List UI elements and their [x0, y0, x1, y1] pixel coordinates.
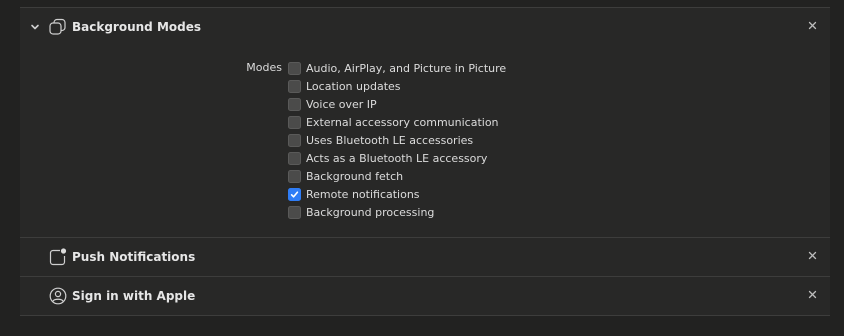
checkbox[interactable]	[288, 169, 301, 183]
mode-option-remote-notifications[interactable]: Remote notifications	[288, 185, 506, 203]
mode-option-background-processing[interactable]: Background processing	[288, 203, 506, 221]
chevron-down-icon[interactable]	[24, 22, 46, 32]
remove-capability-button[interactable]	[806, 19, 818, 31]
mode-option-label: Location updates	[306, 79, 401, 93]
checkbox-checked[interactable]	[288, 187, 301, 201]
close-icon	[808, 21, 816, 29]
close-icon	[808, 251, 816, 259]
mode-option-bluetooth-peripheral[interactable]: Acts as a Bluetooth LE accessory	[288, 149, 506, 167]
modes-label: Modes	[246, 61, 282, 74]
mode-option-voip[interactable]: Voice over IP	[288, 95, 506, 113]
background-modes-list: Audio, AirPlay, and Picture in Picture L…	[288, 59, 506, 221]
mode-option-label: Background fetch	[306, 169, 404, 183]
checkbox[interactable]	[288, 97, 301, 111]
divider	[20, 315, 830, 316]
capability-title: Background Modes	[72, 20, 201, 34]
checkbox[interactable]	[288, 205, 301, 219]
capability-title: Sign in with Apple	[72, 289, 196, 303]
checkmark-icon	[290, 190, 299, 198]
mode-option-bluetooth-central[interactable]: Uses Bluetooth LE accessories	[288, 131, 506, 149]
mode-option-audio[interactable]: Audio, AirPlay, and Picture in Picture	[288, 59, 506, 77]
checkbox[interactable]	[288, 61, 301, 75]
mode-option-label: Audio, AirPlay, and Picture in Picture	[306, 61, 507, 75]
mode-option-label: External accessory communication	[306, 115, 499, 129]
remove-capability-button[interactable]	[806, 249, 818, 261]
checkbox[interactable]	[288, 79, 301, 93]
close-icon	[808, 290, 816, 298]
push-notifications-header[interactable]: Push Notifications	[20, 238, 830, 276]
capability-title: Push Notifications	[72, 250, 196, 264]
mode-option-external-accessory[interactable]: External accessory communication	[288, 113, 506, 131]
sign-in-with-apple-section: Sign in with Apple	[20, 277, 830, 315]
mode-option-background-fetch[interactable]: Background fetch	[288, 167, 506, 185]
checkbox[interactable]	[288, 151, 301, 165]
mode-option-location[interactable]: Location updates	[288, 77, 506, 95]
background-modes-header[interactable]: Background Modes	[20, 8, 830, 46]
remove-capability-button[interactable]	[806, 288, 818, 300]
push-notifications-section: Push Notifications	[20, 238, 830, 276]
push-notifications-icon	[47, 246, 69, 268]
sign-in-with-apple-icon	[47, 285, 69, 307]
mode-option-label: Acts as a Bluetooth LE accessory	[306, 151, 488, 165]
background-modes-icon	[47, 16, 69, 38]
sign-in-with-apple-header[interactable]: Sign in with Apple	[20, 277, 830, 315]
mode-option-label: Remote notifications	[306, 187, 420, 201]
checkbox[interactable]	[288, 133, 301, 147]
checkbox[interactable]	[288, 115, 301, 129]
mode-option-label: Voice over IP	[306, 97, 377, 111]
mode-option-label: Uses Bluetooth LE accessories	[306, 133, 474, 147]
mode-option-label: Background processing	[306, 205, 435, 219]
